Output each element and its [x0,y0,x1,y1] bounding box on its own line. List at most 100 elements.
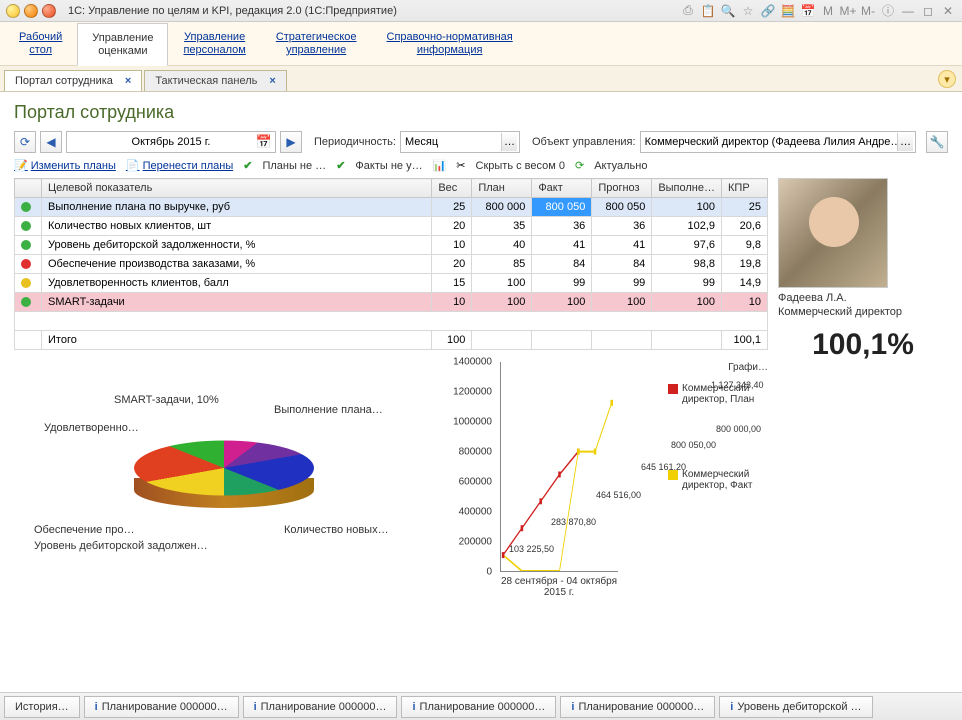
m-minus-icon[interactable]: M- [860,3,876,19]
ellipsis-icon[interactable]: … [501,133,517,151]
plans-not-approved: Планы не … [262,160,326,172]
cell-fact: 84 [532,255,592,274]
cell-plan: 40 [472,236,532,255]
nav-evaluations[interactable]: Управлениеоценками [77,23,168,66]
pie-label-debit: Уровень дебиторской задолжен… [34,540,208,552]
history-button[interactable]: История… [4,696,80,718]
main-nav: Рабочийстол Управлениеоценками Управлени… [0,22,962,66]
ellipsis-icon[interactable]: … [897,133,913,151]
sys-back-icon[interactable] [24,4,38,18]
status-icon [21,297,31,307]
object-label: Объект управления: [532,136,636,148]
legend: Графи… Коммерческий директор, План Комме… [668,362,768,515]
cell-weight: 15 [432,274,472,293]
cell-exec: 99 [652,274,722,293]
cell-weight: 10 [432,293,472,312]
refresh-icon[interactable]: ⟳ [575,159,584,172]
tab-employee-portal[interactable]: Портал сотрудника × [4,70,142,91]
pie-chart: SMART-задачи, 10% Удовлетворенно… Выполн… [14,362,444,612]
kpi-table[interactable]: Целевой показатель Вес План Факт Прогноз… [14,178,768,350]
check-icon[interactable]: ✔ [336,159,345,172]
table-row[interactable]: Удовлетворенность клиентов, балл15100999… [15,274,768,293]
calendar-icon[interactable]: 📅 [256,134,272,150]
minimize-icon[interactable]: — [900,3,916,19]
col-forecast[interactable]: Прогноз [592,179,652,198]
col-indicator[interactable]: Целевой показатель [42,179,432,198]
m-icon[interactable]: M [820,3,836,19]
search-icon[interactable]: 🔍 [720,3,736,19]
chart-icon[interactable]: 📊 [433,159,447,172]
tabs-overflow-icon[interactable]: ▾ [938,70,956,88]
col-weight[interactable]: Вес [432,179,472,198]
link-icon[interactable]: 🔗 [760,3,776,19]
pie-label-kolvo: Количество новых… [284,524,389,536]
clipboard-icon[interactable]: 📋 [700,3,716,19]
col-exec[interactable]: Выполне… [652,179,722,198]
edit-plans-link[interactable]: 📝Изменить планы [14,159,116,172]
line-chart: 1400000 1200000 1000000 800000 600000 40… [444,362,768,612]
cell-plan: 100 [472,274,532,293]
period-field[interactable]: Октябрь 2015 г. 📅 [66,131,276,153]
prev-period-button[interactable]: ◀ [40,131,62,153]
filter-icon[interactable]: ✂ [456,159,465,172]
cell-forecast: 84 [592,255,652,274]
cell-name: SMART-задачи [42,293,432,312]
pie-label-smart: SMART-задачи, 10% [114,394,219,406]
person-role: Коммерческий директор [778,306,948,318]
refresh-button[interactable]: ⟳ [14,131,36,153]
calendar-icon[interactable]: 📅 [800,3,816,19]
legend-fact: Коммерческий директор, Факт [668,469,768,491]
statusbar-item[interactable]: iПланирование 000000… [401,696,556,718]
table-row[interactable]: Обеспечение производства заказами, %2085… [15,255,768,274]
sys-menu-icon[interactable] [6,4,20,18]
cell-plan: 85 [472,255,532,274]
nav-reference[interactable]: Справочно-нормативнаяинформация [372,22,528,65]
statusbar-item[interactable]: iУровень дебиторской … [719,696,872,718]
statusbar-item[interactable]: iПланирование 000000… [243,696,398,718]
nav-strategic[interactable]: Стратегическоеуправление [261,22,372,65]
table-row[interactable]: Уровень дебиторской задолженности, %1040… [15,236,768,255]
table-row[interactable]: SMART-задачи1010010010010010 [15,293,768,312]
print-icon[interactable]: ⎙ [680,3,696,19]
cell-plan: 100 [472,293,532,312]
cell-name: Обеспечение производства заказами, % [42,255,432,274]
tab-tactical-panel[interactable]: Тактическая панель × [144,70,286,91]
charts: SMART-задачи, 10% Удовлетворенно… Выполн… [14,362,768,612]
restore-icon[interactable]: ◻ [920,3,936,19]
col-kpr[interactable]: КПР [722,179,768,198]
table-row[interactable]: Выполнение плана по выручке, руб25800 00… [15,198,768,217]
info-icon[interactable]: ⓘ [880,3,896,19]
col-fact[interactable]: Факт [532,179,592,198]
calc-icon[interactable]: 🧮 [780,3,796,19]
actions-row: 📝Изменить планы 📄Перенести планы ✔ Планы… [14,159,948,172]
tab-close-icon[interactable]: × [269,75,275,87]
period-row: ⟳ ◀ Октябрь 2015 г. 📅 ▶ Периодичность: М… [14,131,948,153]
content: Портал сотрудника ⟳ ◀ Октябрь 2015 г. 📅 … [0,92,962,692]
settings-button[interactable]: 🔧 [926,131,948,153]
nav-personnel[interactable]: Управлениеперсоналом [168,22,260,65]
x-axis-label: 28 сентября - 04 октября 2015 г. [500,576,618,598]
statusbar-item[interactable]: iПланирование 000000… [84,696,239,718]
statusbar-item[interactable]: iПланирование 000000… [560,696,715,718]
move-plans-link[interactable]: 📄Перенести планы [126,159,233,172]
m-plus-icon[interactable]: M+ [840,3,856,19]
periodicity-select[interactable]: Месяц … [400,131,520,153]
totals-label: Итого [42,331,432,350]
cell-fact: 100 [532,293,592,312]
col-plan[interactable]: План [472,179,532,198]
cell-fact: 800 050 [532,198,592,217]
next-period-button[interactable]: ▶ [280,131,302,153]
tab-close-icon[interactable]: × [125,75,131,87]
favorite-icon[interactable]: ☆ [740,3,756,19]
legend-plan: Коммерческий директор, План [668,383,768,405]
facts-not-approved: Факты не у… [355,160,422,172]
window-title: 1С: Управление по целям и KPI, редакция … [68,5,397,17]
check-icon[interactable]: ✔ [243,159,252,172]
object-select[interactable]: Коммерческий директор (Фадеева Лилия Анд… [640,131,916,153]
close-icon[interactable]: ✕ [940,3,956,19]
nav-desktop[interactable]: Рабочийстол [4,22,77,65]
sys-forward-icon[interactable] [42,4,56,18]
cell-forecast: 100 [592,293,652,312]
table-row[interactable]: Количество новых клиентов, шт20353636102… [15,217,768,236]
pie-label-vypol: Выполнение плана… [274,404,383,416]
